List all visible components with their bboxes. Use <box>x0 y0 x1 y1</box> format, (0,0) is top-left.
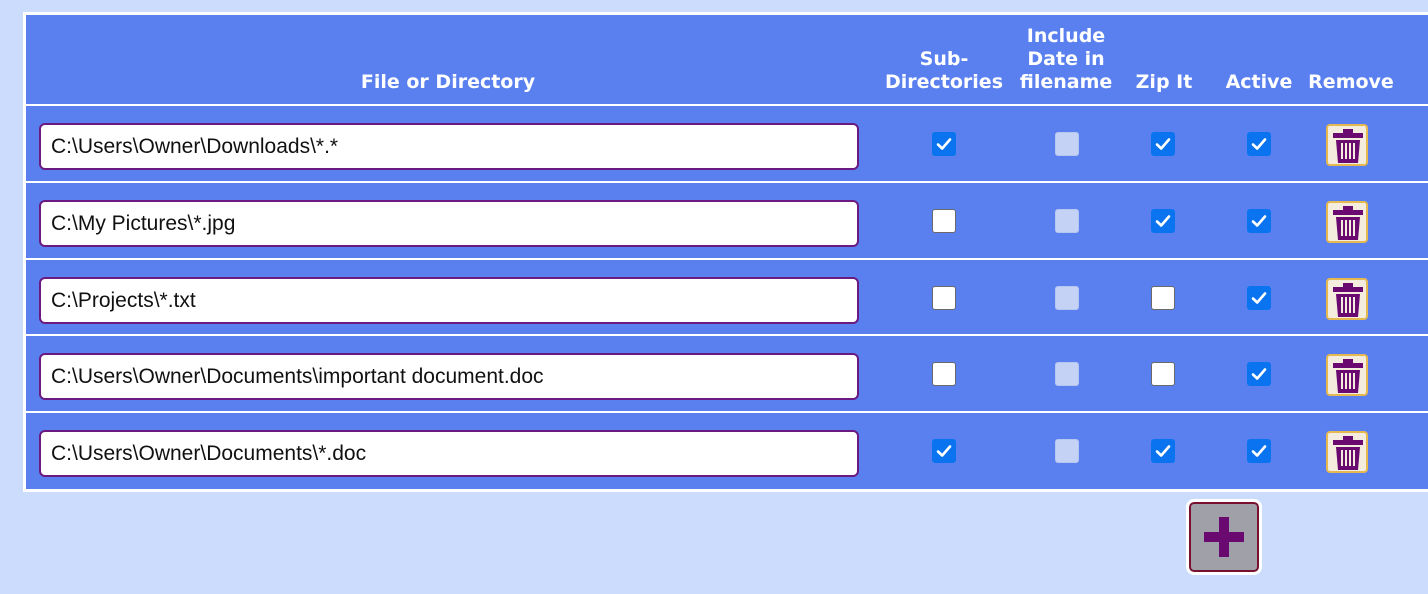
zip-it-checkbox[interactable] <box>1151 362 1175 386</box>
active-checkbox[interactable] <box>1247 362 1271 386</box>
active-checkbox[interactable] <box>1247 132 1271 156</box>
path-input[interactable] <box>39 277 859 324</box>
active-checkbox[interactable] <box>1247 209 1271 233</box>
include-date-checkbox <box>1055 362 1079 386</box>
zip-it-checkbox[interactable] <box>1151 209 1175 233</box>
active-checkbox[interactable] <box>1247 286 1271 310</box>
zip-it-checkbox[interactable] <box>1151 286 1175 310</box>
header-active: Active <box>1225 71 1293 93</box>
zip-it-checkbox[interactable] <box>1151 439 1175 463</box>
table-row <box>26 181 1428 255</box>
include-date-checkbox <box>1055 209 1079 233</box>
header-sub-directories: Sub- Directories <box>884 48 1004 93</box>
sub-directories-checkbox[interactable] <box>932 286 956 310</box>
remove-button[interactable] <box>1326 354 1368 396</box>
header-remove: Remove <box>1308 71 1394 93</box>
add-row-button[interactable] <box>1186 499 1262 575</box>
table-row <box>26 411 1428 485</box>
remove-button[interactable] <box>1326 431 1368 473</box>
plus-icon <box>1204 517 1244 557</box>
sub-directories-checkbox[interactable] <box>932 132 956 156</box>
table-header: File or Directory Sub- Directories Inclu… <box>26 15 1428 104</box>
table-row <box>26 258 1428 332</box>
path-input[interactable] <box>39 123 859 170</box>
table-row <box>26 104 1428 178</box>
file-list-table: File or Directory Sub- Directories Inclu… <box>23 12 1428 492</box>
path-input[interactable] <box>39 353 859 400</box>
header-include-date: Include Date in filename <box>1019 25 1113 93</box>
sub-directories-checkbox[interactable] <box>932 209 956 233</box>
remove-button[interactable] <box>1326 124 1368 166</box>
path-input[interactable] <box>39 200 859 247</box>
active-checkbox[interactable] <box>1247 439 1271 463</box>
remove-button[interactable] <box>1326 278 1368 320</box>
path-input[interactable] <box>39 430 859 477</box>
header-zip-it: Zip It <box>1135 71 1193 93</box>
include-date-checkbox <box>1055 439 1079 463</box>
sub-directories-checkbox[interactable] <box>932 362 956 386</box>
include-date-checkbox <box>1055 132 1079 156</box>
sub-directories-checkbox[interactable] <box>932 439 956 463</box>
include-date-checkbox <box>1055 286 1079 310</box>
zip-it-checkbox[interactable] <box>1151 132 1175 156</box>
remove-button[interactable] <box>1326 201 1368 243</box>
table-row <box>26 334 1428 408</box>
header-file-or-directory: File or Directory <box>360 71 536 93</box>
